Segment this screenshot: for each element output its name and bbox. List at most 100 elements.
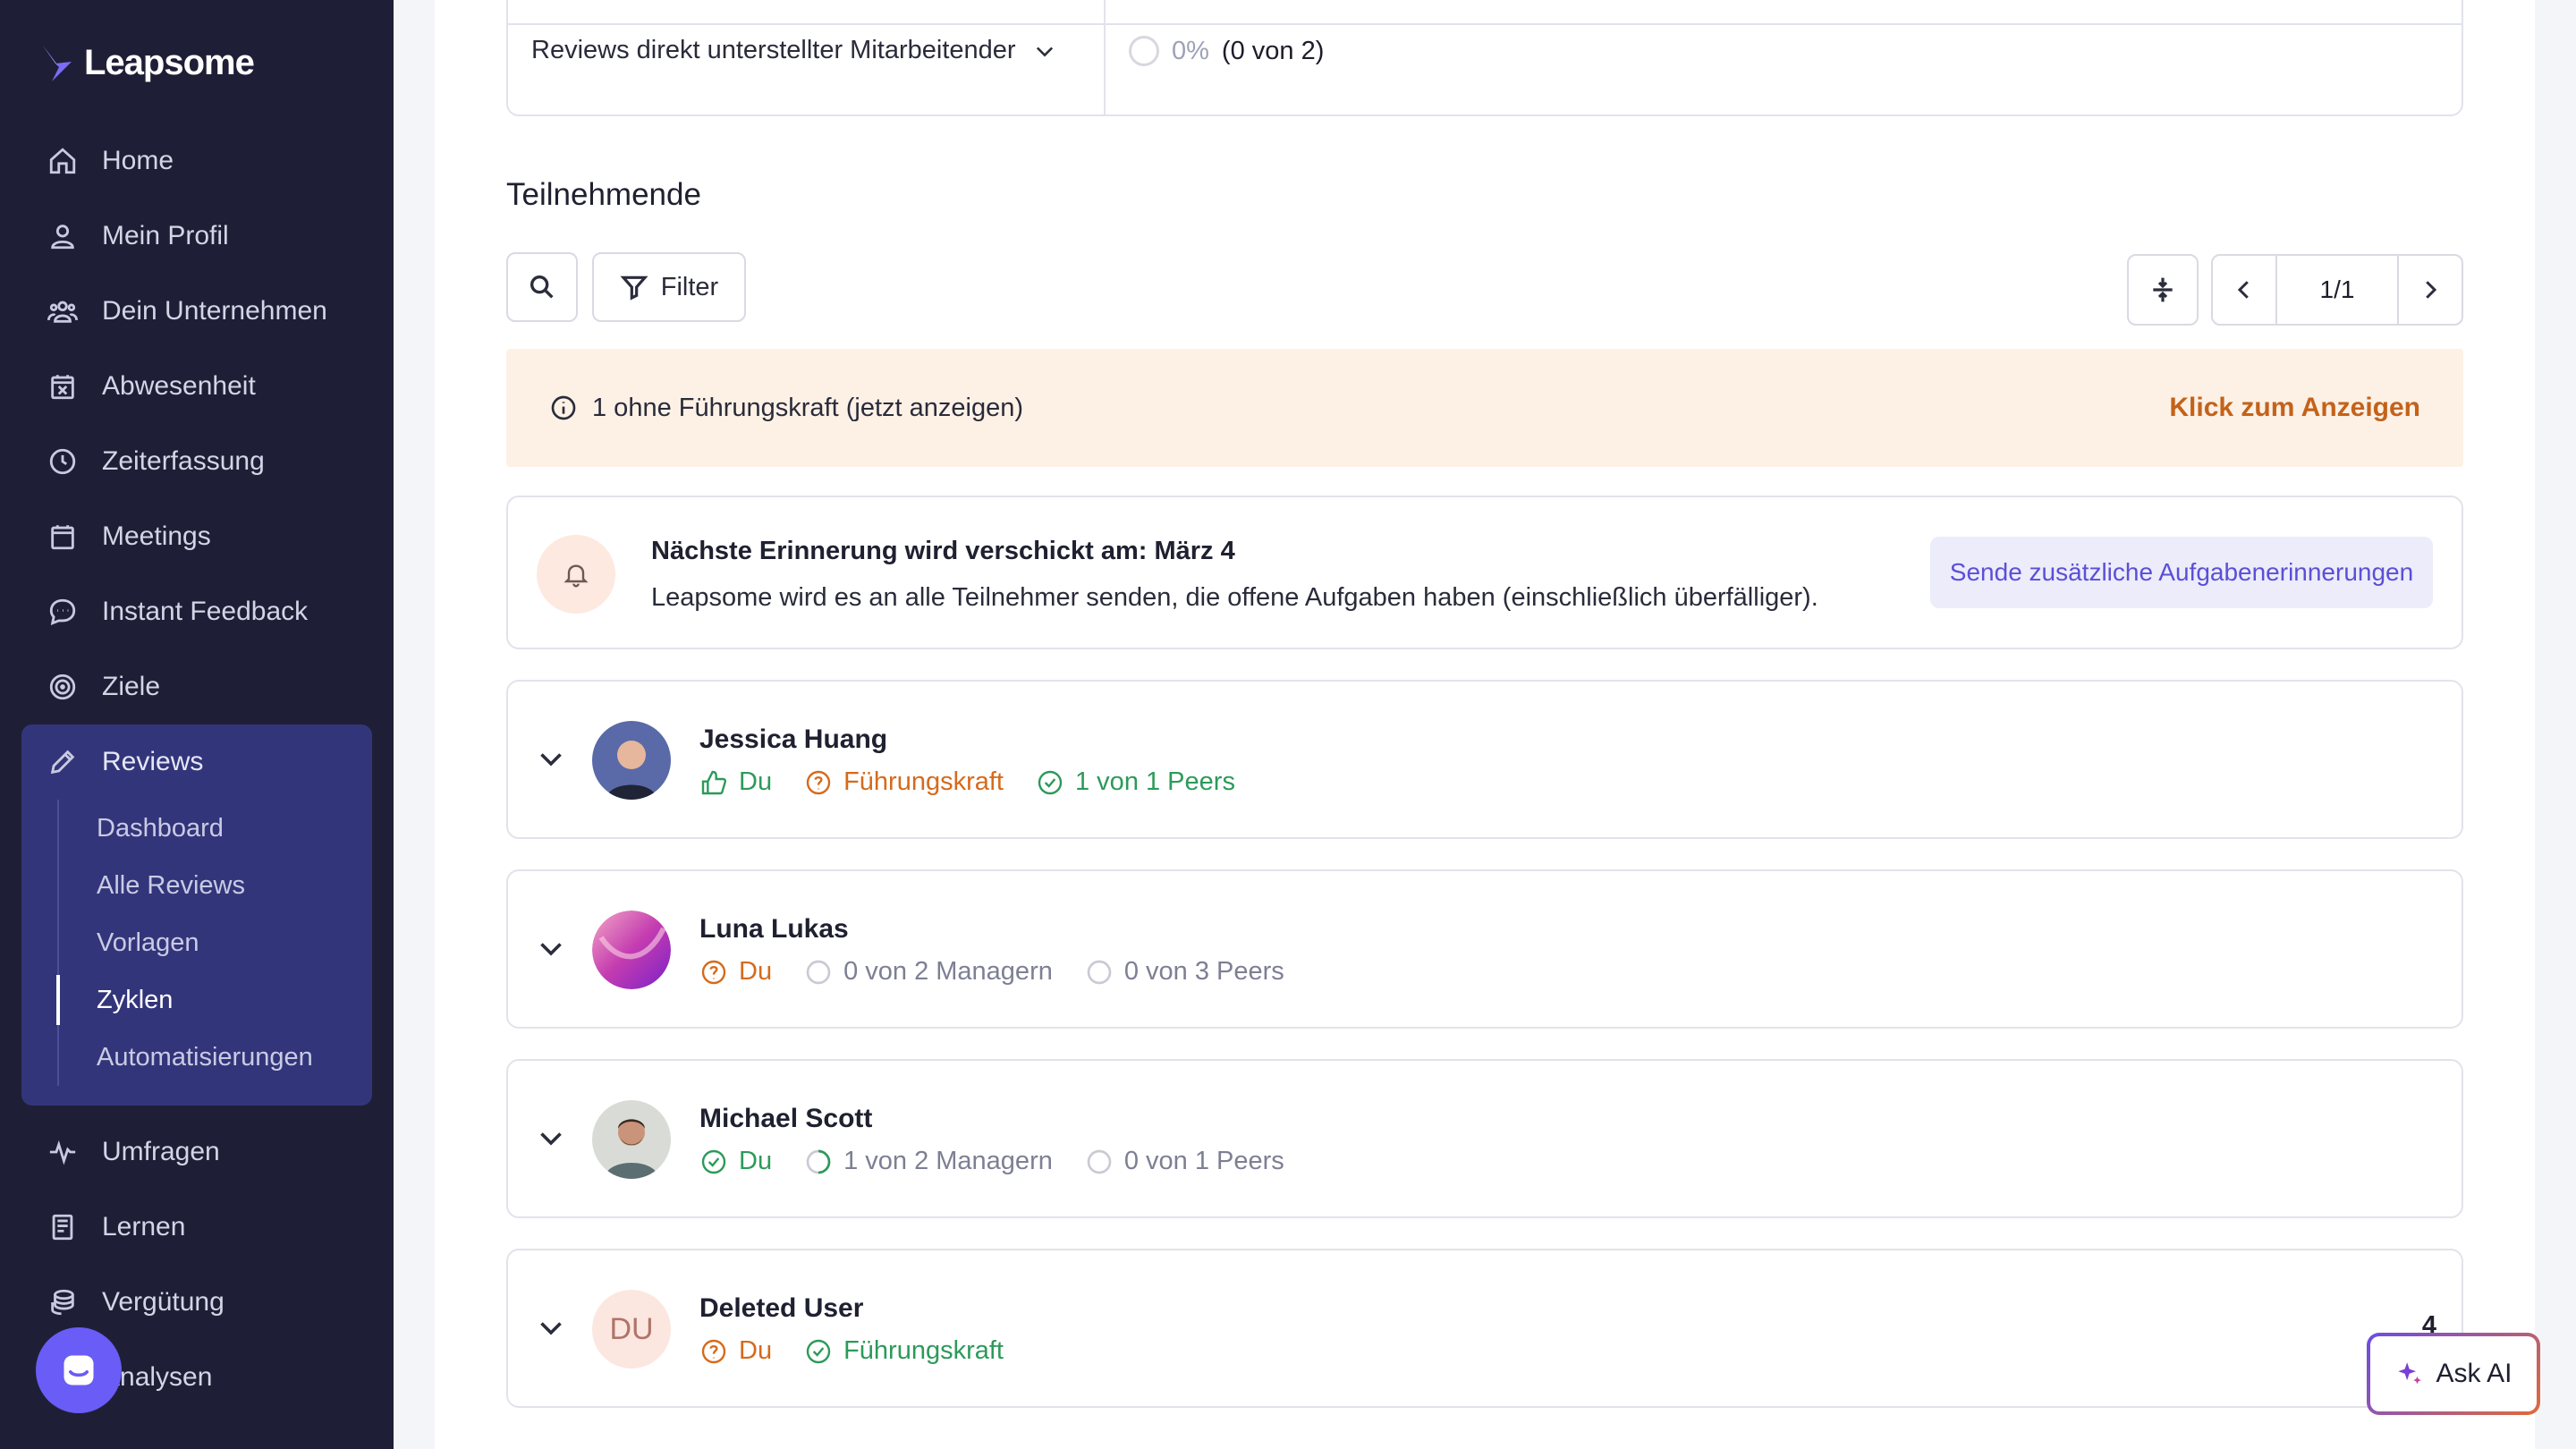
leapsome-logo[interactable]: Leapsome [39,43,255,83]
subnav-item-vorlagen[interactable]: Vorlagen [59,914,372,971]
chat-icon [47,596,79,628]
participant-name: Jessica Huang [699,724,888,754]
status-self: Du [699,957,772,987]
info-icon [551,395,576,420]
question-icon [701,1339,726,1363]
progress-count: (0 von 2) [1221,36,1325,65]
status-self: Du [699,767,772,797]
expand-chevron-icon[interactable] [535,932,567,964]
status-manager: Führungskraft [804,767,1004,797]
calendar-icon [47,521,79,553]
sidebar-item-meetings[interactable]: Meetings [21,499,372,574]
sidebar-item-reviews[interactable]: Reviews [21,724,372,800]
check-circle-icon [806,1339,831,1363]
sidebar-item-label: Lernen [102,1212,186,1241]
sidebar-item-label: Meetings [102,521,211,551]
page-indicator: 1/1 [2275,256,2399,324]
reminder-text: Leapsome wird es an alle Teilnehmer send… [651,583,1818,612]
sidebar-item-home[interactable]: Home [21,123,372,199]
status-label: Führungskraft [843,767,1004,796]
reviews-subnav: Dashboard Alle Reviews Vorlagen Zyklen A… [56,800,372,1086]
sidebar-item-label: Home [102,146,174,175]
chevron-left-icon [2237,281,2249,299]
subnav-item-automatisierungen[interactable]: Automatisierungen [59,1029,372,1086]
review-row-dropdown[interactable]: Reviews direkt unterstellter Mitarbeiten… [531,36,1057,65]
filter-label: Filter [660,272,719,301]
sidebar-item-label: Ziele [102,672,161,701]
sidebar: Leapsome Home Mein Profil Dein Unternehm… [0,0,394,1449]
sidebar-item-label: Umfragen [102,1137,220,1166]
review-progress-table: Reviews direkt unterstellter Mitarbeiten… [506,0,2463,116]
support-chat-button[interactable] [36,1327,122,1413]
expand-collapse-icon [2153,277,2173,302]
send-reminders-button[interactable]: Sende zusätzliche Aufgabenerinnerungen [1930,537,2433,608]
sidebar-item-umfragen[interactable]: Umfragen [21,1114,372,1190]
home-icon [47,145,79,177]
sidebar-item-zeiterfassung[interactable]: Zeiterfassung [21,424,372,499]
status-label: 0 von 1 Peers [1123,1147,1284,1175]
status-label: Du [739,957,773,986]
sidebar-item-label: Reviews [102,747,204,776]
expand-chevron-icon[interactable] [535,742,567,775]
check-circle-icon [701,1149,726,1174]
participant-name: Deleted User [699,1293,864,1323]
status-label: 0 von 2 Managern [843,957,1053,986]
status-peers: 1 von 1 Peers [1036,767,1235,797]
sidebar-item-ziele[interactable]: Ziele [21,649,372,724]
status-label: 1 von 2 Managern [843,1147,1053,1175]
chat-bubble-icon [64,1355,94,1385]
reviews-group: Reviews Dashboard Alle Reviews Vorlagen … [21,724,372,1106]
filter-button[interactable]: Filter [592,252,746,322]
search-button[interactable] [506,252,578,322]
subnav-item-zyklen[interactable]: Zyklen [56,971,372,1029]
progress-empty-icon [1129,36,1159,66]
sidebar-item-abwesenheit[interactable]: Abwesenheit [21,349,372,424]
sidebar-item-instant-feedback[interactable]: Instant Feedback [21,574,372,649]
empty-circle-icon [806,960,831,984]
status-label: Du [739,1336,773,1365]
book-icon [47,1211,79,1243]
avatar [592,911,671,989]
target-icon [47,671,79,703]
expand-chevron-icon[interactable] [535,1311,567,1343]
participant-row[interactable]: Michael Scott Du 1 von 2 Managern 0 von … [506,1059,2463,1218]
review-row-label: Reviews direkt unterstellter Mitarbeiten… [531,36,1016,64]
banner-text: 1 ohne Führungskraft (jetzt anzeigen) [592,393,1023,422]
participant-name: Luna Lukas [699,914,849,944]
sidebar-item-label: Dein Unternehmen [102,296,327,326]
expand-collapse-button[interactable] [2127,254,2199,326]
show-link[interactable]: Klick zum Anzeigen [2169,393,2420,423]
sidebar-item-profil[interactable]: Mein Profil [21,199,372,274]
sparkle-icon [2398,1362,2422,1385]
empty-circle-icon [1087,1149,1112,1174]
calendar-x-icon [47,370,79,402]
sidebar-item-label: Instant Feedback [102,597,309,626]
sidebar-item-label: Abwesenheit [102,371,256,401]
next-page-button[interactable] [2399,256,2462,324]
prev-page-button[interactable] [2213,256,2275,324]
clock-icon [47,445,79,478]
subnav-item-dashboard[interactable]: Dashboard [59,800,372,857]
status-self: Du [699,1336,772,1366]
subnav-item-alle-reviews[interactable]: Alle Reviews [59,857,372,914]
app-name: Leapsome [84,43,255,82]
sidebar-item-unternehmen[interactable]: Dein Unternehmen [21,274,372,349]
participant-row[interactable]: DU Deleted User Du Führungskraft 4 [506,1249,2463,1408]
participant-row[interactable]: Jessica Huang Du Führungskraft 1 von 1 P… [506,680,2463,839]
status-label: Du [739,1147,773,1175]
expand-chevron-icon[interactable] [535,1122,567,1154]
reminder-title: Nächste Erinnerung wird verschickt am: M… [651,537,1235,565]
pulse-icon [47,1136,79,1168]
status-manager: Führungskraft [804,1336,1004,1366]
status-label: Führungskraft [843,1336,1004,1365]
status-label: 1 von 1 Peers [1075,767,1235,796]
participant-row[interactable]: Luna Lukas Du 0 von 2 Managern 0 von 3 P… [506,869,2463,1029]
chevron-right-icon [2426,281,2437,299]
ask-ai-button[interactable]: Ask AI [2367,1333,2540,1415]
sidebar-item-lernen[interactable]: Lernen [21,1190,372,1265]
no-manager-banner: 1 ohne Führungskraft (jetzt anzeigen) Kl… [506,349,2463,467]
bell-icon [537,535,615,614]
status-label: 0 von 3 Peers [1123,957,1284,986]
partial-circle-icon [806,1149,831,1174]
progress-percent: 0% [1172,36,1209,65]
